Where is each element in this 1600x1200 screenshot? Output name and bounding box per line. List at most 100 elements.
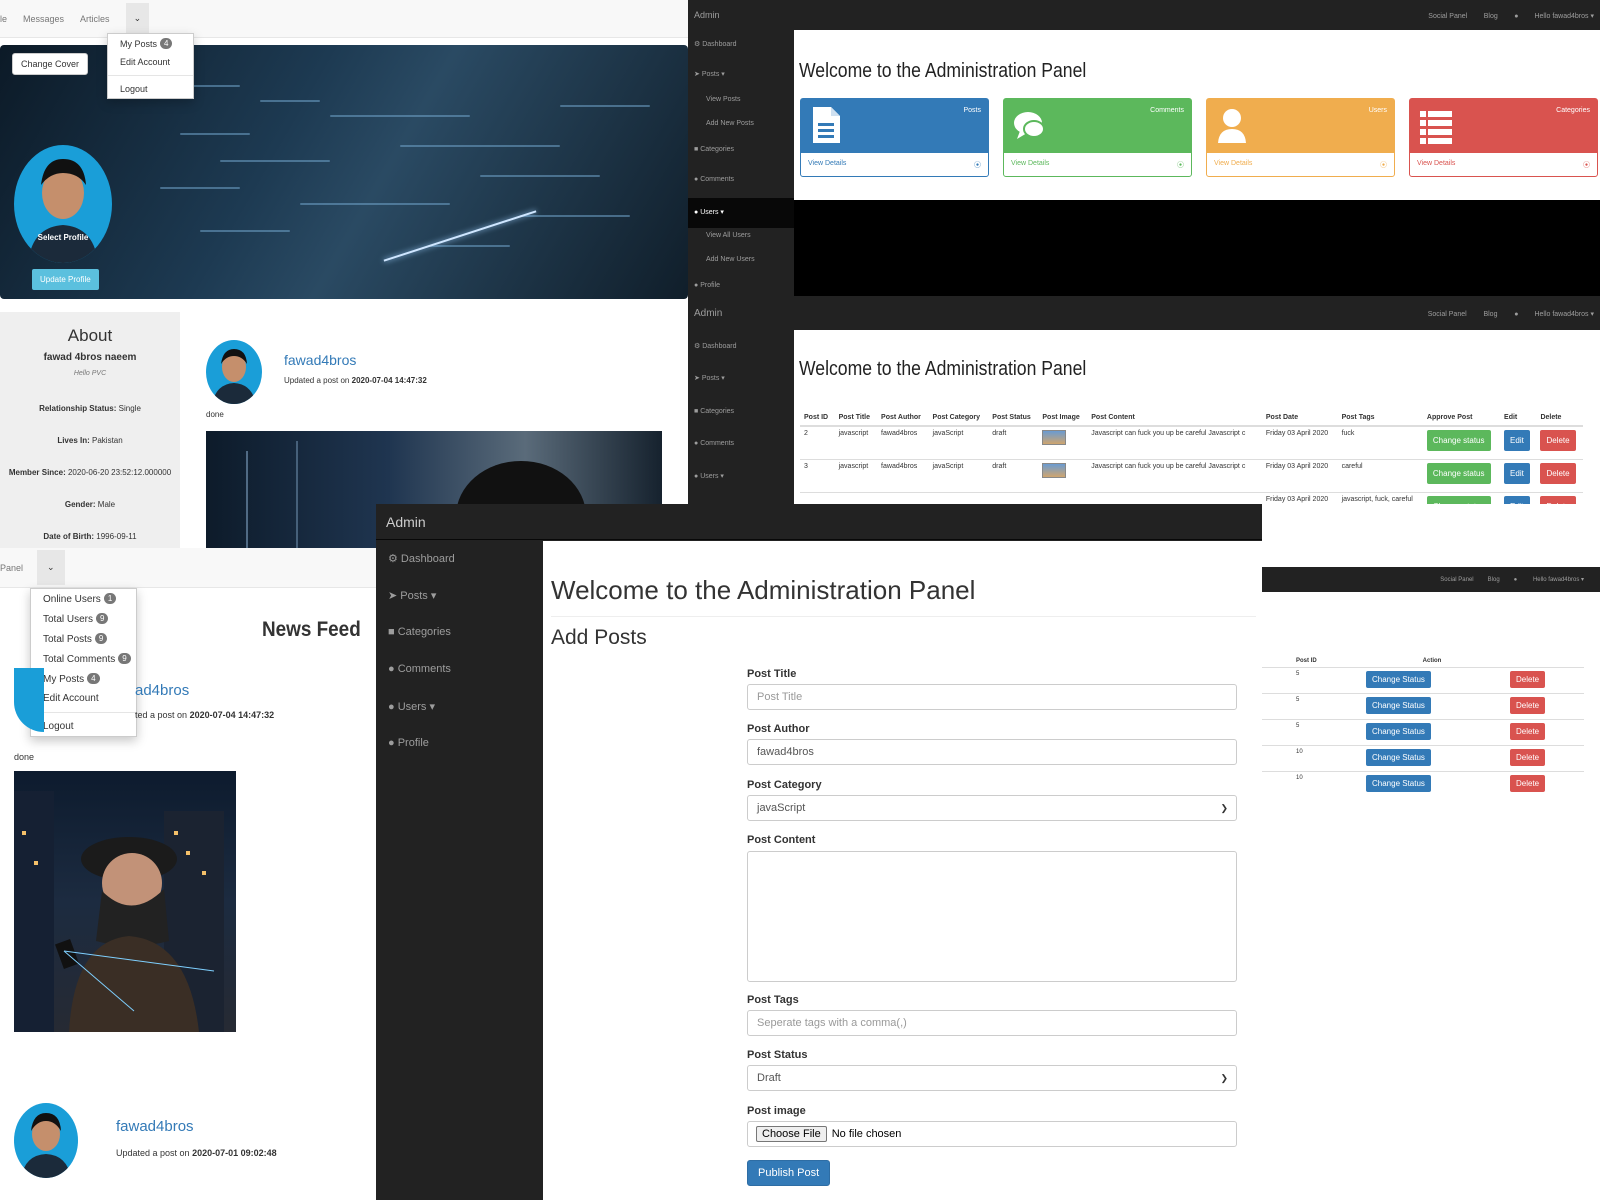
delete-button[interactable]: Delete [1510,671,1546,688]
sidebar-item-posts[interactable]: ➤ Posts ▾ [694,374,725,382]
post-username[interactable]: fawad4bros [116,1118,194,1135]
posts-card[interactable]: Posts View Details ⦿ [800,98,989,177]
nav-panel[interactable]: Panel [0,563,23,573]
users-card[interactable]: Users View Details ⦿ [1206,98,1395,177]
post-username[interactable]: ad4bros [135,682,189,699]
menu-label: My Posts [43,674,85,685]
menu-my-posts[interactable]: My Posts 4 [108,34,193,53]
sidebar-item-comments[interactable]: ● Comments [694,440,734,447]
menu-label: Total Comments [43,654,116,665]
menu-online-users[interactable]: Online Users 1 [31,589,136,609]
change-status-button[interactable]: Change Status [1366,723,1431,740]
sidebar-item-users[interactable]: ● Users ▾ [688,198,794,228]
sidebar-item-view-users[interactable]: View All Users [706,232,751,239]
nav-item[interactable]: le [0,14,7,24]
sidebar-item-users[interactable]: ● Users ▾ [388,700,435,713]
cell-image [1038,458,1088,492]
cell-status: draft [988,425,1039,459]
chevron-down-icon[interactable]: ⌄ [37,550,65,585]
delete-button[interactable]: Delete [1510,749,1546,766]
chevron-down-icon[interactable]: ⌄ [125,3,150,34]
choose-file-button[interactable]: Choose File [756,1126,827,1142]
change-status-button[interactable]: Change Status [1366,749,1431,766]
cell-title [834,491,878,504]
edit-button[interactable]: Edit [1504,430,1530,451]
menu-logout[interactable]: Logout [108,80,193,98]
about-relationship: Relationship Status: Single [0,404,180,413]
menu-edit-account[interactable]: Edit Account [31,689,136,708]
sidebar-item-posts[interactable]: ➤ Posts ▾ [388,589,436,602]
post-tags-input[interactable]: Seperate tags with a comma(,) [747,1010,1237,1036]
change-status-button[interactable]: Change Status [1366,775,1431,792]
sidebar-item-comments[interactable]: ● Comments [388,663,451,675]
admin-brand[interactable]: Admin [694,308,722,319]
nav-user-menu[interactable]: ● Hello fawad4bros ▾ [1514,576,1584,583]
categories-card[interactable]: Categories View Details ⦿ [1409,98,1598,177]
admin-brand[interactable]: Admin [386,514,426,530]
page-title: Welcome to the Administration Panel [799,358,1087,380]
nav-blog[interactable]: Blog [1488,577,1500,583]
view-details-link[interactable]: View Details [1417,160,1455,170]
sidebar-item-dashboard[interactable]: ⚙ Dashboard [694,342,736,350]
change-cover-button[interactable]: Change Cover [12,53,89,75]
edit-button[interactable]: Edit [1504,462,1530,484]
nav-articles[interactable]: Articles [80,14,110,24]
nav-user-menu[interactable]: ● Hello fawad4bros ▾ [1514,13,1594,20]
sidebar-item-categories[interactable]: ■ Categories [388,626,451,638]
change-status-button[interactable]: Change Status [1366,671,1431,688]
profile-photo[interactable]: Select Profile [14,145,112,263]
sidebar-item-dashboard[interactable]: ⚙ Dashboard [694,40,736,48]
sidebar-item-categories[interactable]: ■ Categories [694,146,734,153]
change-status-button[interactable]: Change status [1426,430,1491,451]
menu-edit-account[interactable]: Edit Account [108,53,193,71]
post-content-textarea[interactable] [747,851,1237,982]
change-status-button[interactable]: Change status [1426,495,1491,504]
change-status-button[interactable]: Change status [1426,462,1491,484]
delete-button[interactable]: Delete [1540,430,1576,451]
post-avatar[interactable] [206,340,262,404]
view-details-link[interactable]: View Details [1011,160,1049,170]
sidebar-item-posts[interactable]: ➤ Posts ▾ [694,70,725,78]
sidebar-item-users[interactable]: ● Users ▾ [694,472,724,480]
edit-button[interactable]: Edit [1504,495,1530,504]
comments-card[interactable]: Comments View Details ⦿ [1003,98,1192,177]
sidebar-item-add-users[interactable]: Add New Users [706,256,755,263]
nav-social-panel[interactable]: Social Panel [1440,577,1473,583]
delete-button[interactable]: Delete [1510,697,1546,714]
post-status-select[interactable]: Draft ❯ [747,1065,1237,1091]
update-profile-button[interactable]: Update Profile [32,269,99,290]
sidebar-item-comments[interactable]: ● Comments [694,176,734,183]
post-title-input[interactable]: Post Title [747,684,1237,710]
delete-button[interactable]: Delete [1540,462,1576,484]
sidebar-item-categories[interactable]: ■ Categories [694,408,734,415]
change-status-button[interactable]: Change Status [1366,697,1431,714]
menu-total-comments[interactable]: Total Comments 9 [31,649,136,669]
post-category-select[interactable]: javaScript ❯ [747,795,1237,821]
post-avatar[interactable] [14,668,44,732]
nav-blog[interactable]: Blog [1483,311,1497,318]
menu-logout[interactable]: Logout [31,717,136,736]
nav-social-panel[interactable]: Social Panel [1428,311,1467,318]
post-author-input[interactable]: fawad4bros [747,739,1237,765]
sidebar-item-profile[interactable]: ● Profile [388,737,429,749]
delete-button[interactable]: Delete [1510,775,1546,792]
nav-user-menu[interactable]: ● Hello fawad4bros ▾ [1514,311,1594,318]
view-details-link[interactable]: View Details [1214,160,1252,170]
admin-brand[interactable]: Admin [694,10,720,20]
menu-total-posts[interactable]: Total Posts 9 [31,629,136,649]
post-username[interactable]: fawad4bros [284,352,356,368]
menu-total-users[interactable]: Total Users 9 [31,609,136,629]
nav-social-panel[interactable]: Social Panel [1428,13,1467,20]
sidebar-item-dashboard[interactable]: ⚙ Dashboard [388,552,455,565]
publish-post-button[interactable]: Publish Post [747,1160,831,1186]
delete-button[interactable]: Delete [1540,495,1576,504]
view-details-link[interactable]: View Details [808,160,846,170]
menu-my-posts[interactable]: My Posts 4 [31,669,136,689]
delete-button[interactable]: Delete [1510,723,1546,740]
post-avatar[interactable] [14,1103,78,1178]
sidebar-item-add-posts[interactable]: Add New Posts [706,120,754,127]
sidebar-item-profile[interactable]: ● Profile [694,282,720,289]
nav-messages[interactable]: Messages [23,14,64,24]
nav-blog[interactable]: Blog [1484,13,1498,20]
sidebar-item-view-posts[interactable]: View Posts [706,96,741,103]
